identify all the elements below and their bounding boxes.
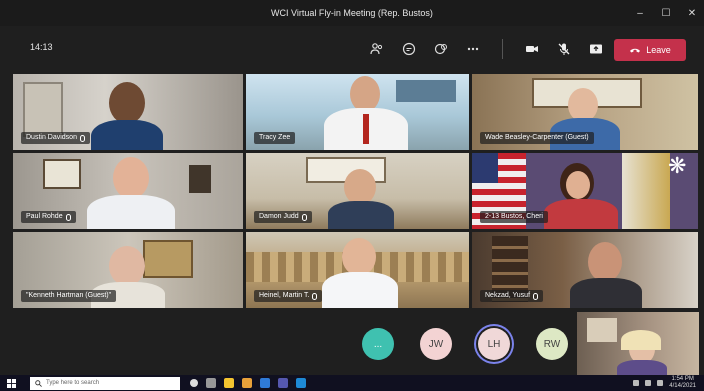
video-tile[interactable]: Damon Judd — [246, 153, 469, 229]
participant-avatar[interactable]: ... — [362, 328, 394, 360]
windows-taskbar: Type here to search 1:54 PM 4/14/2021 — [0, 375, 704, 391]
toolbar-divider — [502, 39, 503, 59]
mic-off-icon[interactable] — [555, 40, 573, 58]
participant-avatar[interactable]: RW — [536, 328, 568, 360]
participant-name-tag: Dustin Davidson — [21, 132, 90, 144]
share-screen-icon[interactable] — [587, 40, 605, 58]
network-icon[interactable] — [633, 380, 640, 386]
spinner-icon: ❋ — [668, 153, 687, 178]
chat-icon[interactable] — [400, 40, 418, 58]
file-explorer-icon[interactable] — [242, 378, 252, 388]
camera-icon[interactable] — [523, 40, 541, 58]
windows-logo-icon — [6, 378, 16, 388]
participant-name-tag: Heinel, Martin T. — [254, 290, 323, 302]
maximize-button[interactable]: ☐ — [660, 8, 672, 19]
video-tile[interactable]: ❋ 2-13 Bustos, Cheri — [472, 153, 698, 229]
participant-name-tag: Nekzad, Yusuf — [480, 290, 544, 302]
video-tile[interactable]: Wade Beasley-Carpenter (Guest) — [472, 74, 698, 150]
video-tile[interactable]: Paul Rohde — [13, 153, 243, 229]
window-controls: – ☐ ✕ — [634, 0, 698, 26]
system-tray: 1:54 PM 4/14/2021 — [633, 375, 696, 391]
video-tile[interactable]: Dustin Davidson — [13, 74, 243, 150]
teams-window: WCI Virtual Fly-in Meeting (Rep. Bustos)… — [0, 0, 704, 391]
video-tile[interactable]: Heinel, Martin T. — [246, 232, 469, 308]
edge-icon[interactable] — [296, 378, 306, 388]
mic-muted-icon — [65, 213, 71, 221]
outlook-icon[interactable] — [260, 378, 270, 388]
mic-muted-icon — [301, 213, 307, 221]
mic-muted-icon — [79, 134, 85, 142]
meeting-toolbar: 14:13 Leave — [0, 30, 704, 68]
taskbar-search-box[interactable]: Type here to search — [30, 376, 180, 390]
participant-name-tag: Paul Rohde — [21, 211, 76, 223]
participant-avatar[interactable]: JW — [420, 328, 452, 360]
close-window-button[interactable]: ✕ — [686, 8, 698, 19]
window-title: WCI Virtual Fly-in Meeting (Rep. Bustos) — [271, 8, 433, 18]
mic-muted-icon — [533, 292, 539, 300]
volume-icon[interactable] — [645, 380, 652, 386]
participant-name-tag: Wade Beasley-Carpenter (Guest) — [480, 132, 594, 144]
video-tile[interactable]: Nekzad, Yusuf — [472, 232, 698, 308]
teams-icon[interactable] — [278, 378, 288, 388]
self-view-video[interactable] — [577, 312, 699, 376]
task-view-icon[interactable] — [206, 378, 216, 388]
participant-name-tag: 2-13 Bustos, Cheri — [480, 211, 548, 223]
chrome-icon[interactable] — [224, 378, 234, 388]
meeting-controls — [368, 38, 605, 60]
participant-name-tag: Damon Judd — [254, 211, 312, 223]
more-icon[interactable] — [464, 40, 482, 58]
minimize-button[interactable]: – — [634, 8, 646, 19]
video-grid: Dustin Davidson Tracy Zee Wade Beasley-C… — [13, 74, 698, 308]
leave-button[interactable]: Leave — [614, 39, 686, 61]
video-tile[interactable]: "Kenneth Hartman (Guest)" — [13, 232, 243, 308]
participant-name-tag: Tracy Zee — [254, 132, 296, 144]
cortana-icon[interactable] — [190, 379, 198, 387]
mic-muted-icon — [312, 292, 318, 300]
participants-icon[interactable] — [368, 40, 386, 58]
search-icon — [35, 379, 42, 387]
reactions-icon[interactable] — [432, 40, 450, 58]
title-bar: WCI Virtual Fly-in Meeting (Rep. Bustos)… — [0, 0, 704, 26]
participant-avatar-active-speaker[interactable]: LH — [478, 328, 510, 360]
start-button[interactable] — [0, 375, 22, 391]
taskbar-clock[interactable]: 1:54 PM 4/14/2021 — [669, 376, 696, 390]
leave-label: Leave — [646, 45, 671, 55]
overflow-participants: ... JW LH RW — [362, 326, 568, 362]
phone-hangup-icon — [630, 48, 641, 53]
taskbar-apps — [190, 378, 306, 388]
meeting-timer: 14:13 — [30, 42, 53, 52]
video-tile[interactable]: Tracy Zee — [246, 74, 469, 150]
search-placeholder: Type here to search — [46, 380, 100, 386]
battery-icon[interactable] — [657, 380, 664, 386]
participant-name-tag: "Kenneth Hartman (Guest)" — [21, 290, 117, 302]
